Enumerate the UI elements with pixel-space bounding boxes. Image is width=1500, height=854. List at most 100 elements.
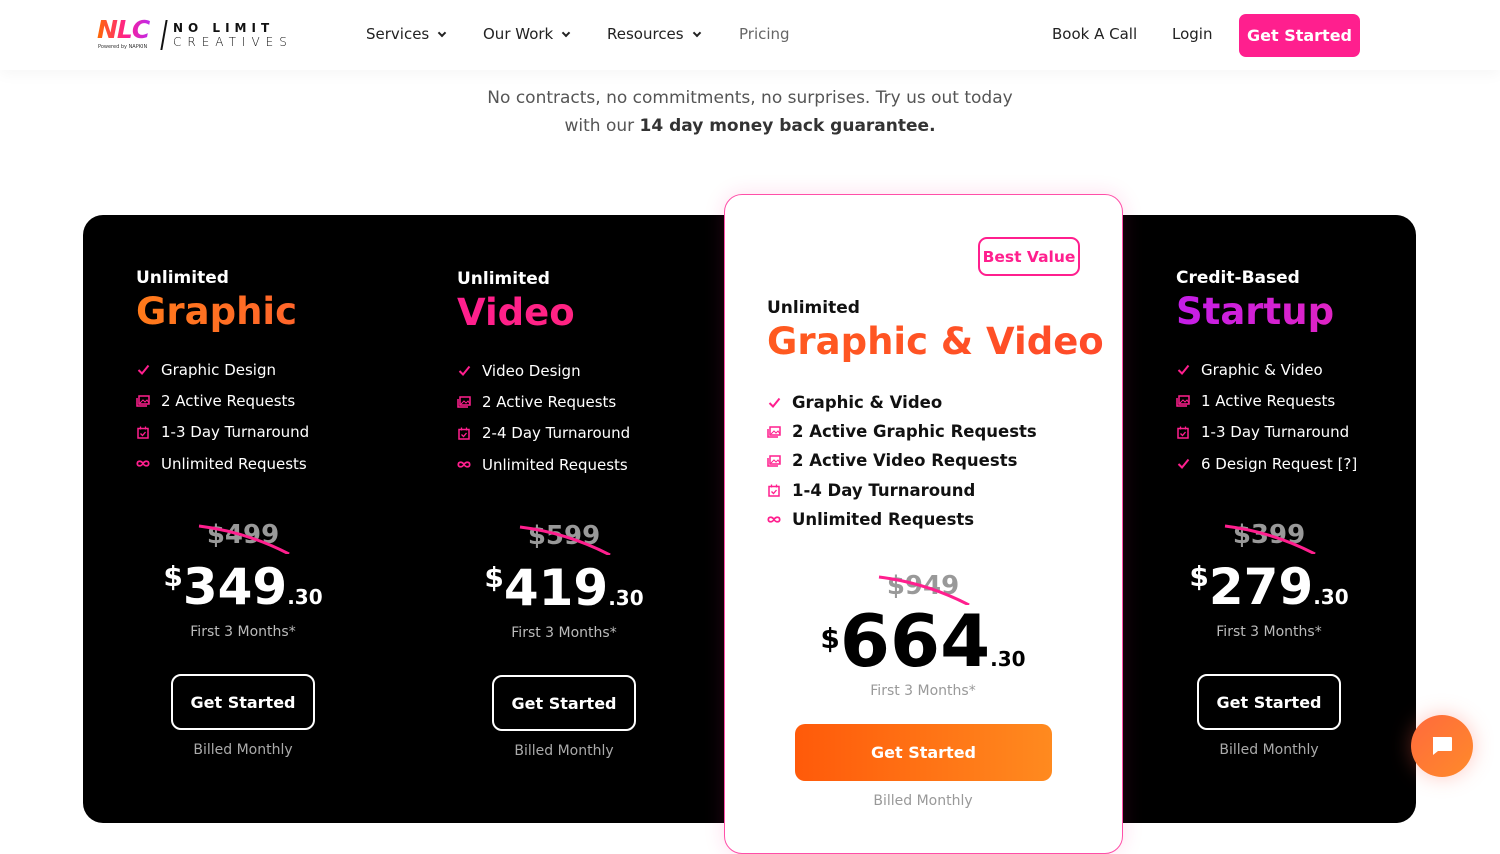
book-a-call-link[interactable]: Book A Call (1052, 25, 1137, 43)
feature-item: 1 Active Requests (1176, 385, 1500, 416)
check-icon (767, 396, 781, 410)
feature-list: Graphic Design 2 Active Requests 1-3 Day T… (136, 354, 476, 479)
infinity-icon (136, 457, 150, 471)
old-price: $599 (519, 521, 611, 555)
feature-item: 6 Design Request [?] (1176, 448, 1500, 479)
nav-resources[interactable]: Resources (607, 25, 701, 43)
calendar-icon (767, 483, 781, 497)
plan-eyebrow: Unlimited (457, 269, 550, 289)
plan-eyebrow: Credit-Based (1176, 268, 1300, 288)
feature-text: 1-4 Day Turnaround (792, 480, 976, 500)
feature-item: 2 Active Graphic Requests (767, 417, 1107, 446)
infinity-icon (457, 458, 471, 472)
old-price: $399 (1224, 520, 1316, 554)
price-block: $949 $664.30 First 3 Months* (813, 571, 1033, 699)
plan-eyebrow: Unlimited (136, 268, 229, 288)
calendar-icon (457, 426, 471, 440)
feature-item: Graphic Design (136, 354, 476, 385)
price-note: First 3 Months* (190, 624, 296, 640)
feature-text: Graphic & Video (792, 393, 943, 413)
currency: $ (484, 561, 504, 594)
nav-our-work[interactable]: Our Work (483, 25, 571, 43)
current-price: $279.30 (1159, 550, 1379, 624)
nav-services[interactable]: Services (366, 25, 447, 43)
plan-eyebrow: Unlimited (767, 298, 860, 318)
feature-item: 1-3 Day Turnaround (136, 417, 476, 448)
plan-card: Unlimited Video Video Design 2 Active Req… (457, 269, 797, 480)
get-started-button[interactable]: Get Started (795, 724, 1052, 781)
currency: $ (820, 622, 840, 655)
current-price: $419.30 (454, 551, 674, 625)
feature-text: 2 Active Graphic Requests (792, 422, 1037, 442)
feature-text: 1-3 Day Turnaround (161, 423, 310, 442)
feature-text: 2 Active Video Requests (792, 451, 1018, 471)
images-icon (136, 394, 150, 408)
calendar-icon (1176, 425, 1190, 439)
billing-note: Billed Monthly (514, 743, 614, 759)
chevron-down-icon (692, 28, 701, 38)
price-cents: .30 (1313, 585, 1349, 609)
price-cents: .30 (990, 647, 1026, 671)
feature-list: Graphic & Video 2 Active Graphic Requests… (767, 388, 1107, 534)
get-started-button[interactable]: Get Started (1239, 14, 1360, 57)
price-cents: .30 (608, 586, 644, 610)
feature-text: Graphic Design (161, 360, 276, 379)
price-note: First 3 Months* (1216, 624, 1322, 640)
price-value: 279 (1208, 558, 1314, 616)
infinity-icon (767, 512, 781, 526)
feature-text: Unlimited Requests (482, 455, 628, 474)
top-nav: NLC Powered by NAPKIN NO LIMIT CREATIVES… (0, 0, 1500, 70)
nav-pricing[interactable]: Pricing (739, 25, 790, 43)
nav-resources-label: Resources (607, 25, 684, 43)
logo-divider (160, 20, 168, 50)
feature-item: 2 Active Requests (457, 386, 797, 417)
chevron-down-icon (438, 28, 447, 38)
plan-card: Unlimited Graphic & Video Graphic & Vide… (767, 298, 1107, 534)
feature-text: Unlimited Requests (792, 509, 975, 529)
chat-button[interactable] (1411, 715, 1473, 777)
feature-list: Graphic & Video 1 Active Requests 1-3 Day … (1176, 354, 1500, 479)
feature-item: Unlimited Requests (767, 505, 1107, 534)
feature-item: Graphic & Video (767, 388, 1107, 417)
feature-text: 1-3 Day Turnaround (1201, 423, 1350, 442)
feature-text: 1 Active Requests (1201, 391, 1336, 410)
strike-line (878, 575, 970, 605)
price-block: $599 $419.30 First 3 Months* (454, 521, 674, 641)
currency: $ (1189, 560, 1209, 593)
logo-powered: Powered by NAPKIN (98, 44, 148, 50)
old-price: $499 (198, 520, 290, 554)
price-block: $399 $279.30 First 3 Months* (1159, 520, 1379, 640)
get-started-button[interactable]: Get Started (492, 675, 636, 731)
get-started-button[interactable]: Get Started (171, 674, 315, 730)
feature-text: 2 Active Requests (161, 391, 296, 410)
check-icon (457, 364, 471, 378)
feature-text: 2-4 Day Turnaround (482, 424, 631, 443)
intro-line2: with our 14 day money back guarantee. (0, 116, 1500, 136)
price-value: 664 (839, 599, 991, 683)
strike-line (519, 525, 611, 555)
feature-item: 1-3 Day Turnaround (1176, 417, 1500, 448)
feature-item: 2-4 Day Turnaround (457, 418, 797, 449)
feature-item: Unlimited Requests (136, 448, 476, 479)
plan-card: Unlimited Graphic Graphic Design 2 Active… (136, 268, 476, 479)
images-icon (767, 454, 781, 468)
feature-text: 6 Design Request [?] (1201, 454, 1358, 473)
feature-text: 2 Active Requests (482, 392, 617, 411)
intro-text: with our (564, 116, 640, 136)
strike-line (198, 524, 290, 554)
price-note: First 3 Months* (511, 625, 617, 641)
feature-text: Video Design (482, 361, 581, 380)
login-link[interactable]: Login (1172, 25, 1212, 43)
old-price: $949 (878, 571, 970, 605)
billing-note: Billed Monthly (873, 793, 973, 809)
price-value: 419 (503, 559, 609, 617)
feature-item: Video Design (457, 355, 797, 386)
images-icon (1176, 394, 1190, 408)
plan-title: Startup (1176, 290, 1500, 334)
billing-note: Billed Monthly (193, 742, 293, 758)
get-started-button[interactable]: Get Started (1197, 674, 1341, 730)
chevron-down-icon (561, 28, 571, 38)
logo[interactable]: NLC Powered by NAPKIN NO LIMIT CREATIVES (97, 17, 293, 52)
best-value-badge: Best Value (978, 237, 1080, 276)
strike-line (1224, 524, 1316, 554)
